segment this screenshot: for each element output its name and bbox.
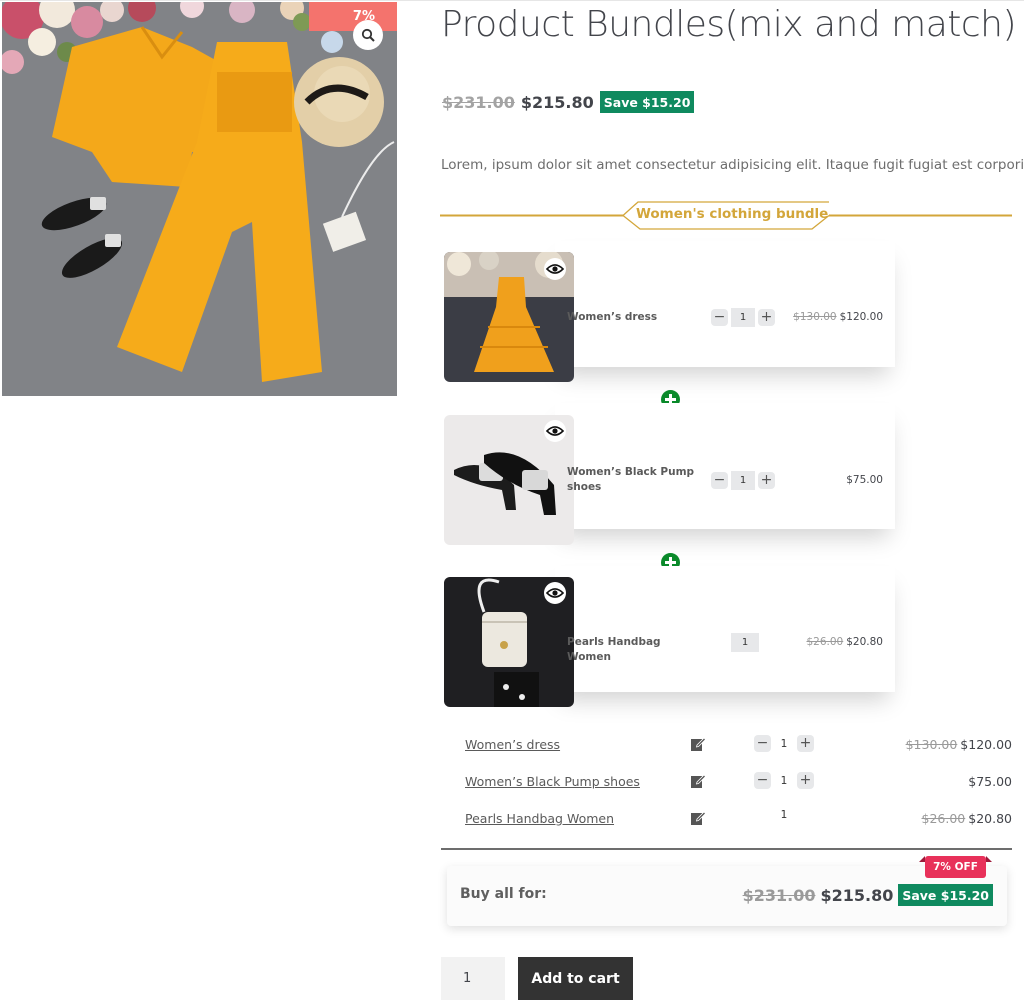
summary-row: Pearls Handbag Women 1 $26.00 $20.80	[465, 808, 1012, 828]
bundle-item-image[interactable]	[444, 252, 574, 382]
search-icon	[361, 28, 375, 42]
increase-button[interactable]: +	[797, 772, 814, 789]
price-original: $231.00	[742, 885, 816, 905]
price-original: $231.00	[442, 92, 515, 112]
summary-row: Women’s dress − 1 + $130.00 $120.00	[465, 734, 1012, 754]
increase-button[interactable]: +	[758, 309, 775, 326]
summary-quantity: 1	[779, 809, 789, 821]
buy-all-label: Buy all for:	[460, 886, 547, 902]
decrease-button[interactable]: −	[754, 735, 771, 752]
summary-row: Women’s Black Pump shoes − 1 + $75.00	[465, 771, 1012, 791]
decrease-button[interactable]: −	[711, 472, 728, 489]
divider	[441, 848, 1012, 850]
quantity-value[interactable]: 1	[731, 308, 755, 327]
summary-item-link[interactable]: Women’s Black Pump shoes	[465, 774, 640, 789]
quantity-value[interactable]: 1	[731, 471, 755, 490]
eye-icon	[546, 264, 564, 274]
bundle-item-name[interactable]: Pearls Handbag Women	[567, 635, 707, 665]
eye-icon	[546, 426, 564, 436]
summary-quantity-stepper[interactable]: − 1 +	[754, 735, 814, 752]
quantity-stepper[interactable]: − 1 +	[711, 471, 775, 490]
quick-view-button[interactable]	[544, 420, 566, 442]
top-border	[0, 0, 1024, 1]
save-badge: Save $15.20	[898, 884, 993, 906]
bundle-item-image[interactable]	[444, 577, 574, 707]
bundle-item-price: $130.00 $120.00	[793, 311, 883, 323]
price-original: $130.00	[905, 737, 958, 752]
sale-percent-badge: 7%	[309, 2, 397, 31]
quantity-value: 1	[731, 633, 759, 652]
price-original: $130.00	[793, 311, 837, 323]
edit-icon[interactable]	[690, 810, 706, 826]
bundle-item-price: $75.00	[846, 474, 883, 486]
summary-quantity-stepper[interactable]: − 1 +	[754, 772, 814, 789]
quick-view-button[interactable]	[544, 582, 566, 604]
add-to-cart-button[interactable]: Add to cart	[518, 957, 633, 1000]
price-sale: $20.80	[846, 636, 883, 648]
bundle-title: Women's clothing bundle	[636, 206, 829, 222]
bundle-item-image[interactable]	[444, 415, 574, 545]
bundle-item-name[interactable]: Women’s dress	[567, 310, 697, 325]
price-sale: $120.00	[839, 311, 883, 323]
discount-badge: 7% OFF	[933, 861, 978, 873]
quantity-value: 1	[780, 809, 788, 821]
product-main-image[interactable]: 7%	[2, 2, 397, 396]
quick-view-button[interactable]	[544, 258, 566, 280]
bundle-item-card	[555, 241, 895, 367]
product-price: $231.00 $215.80 Save $15.20	[442, 91, 695, 113]
price-sale: $120.00	[960, 737, 1012, 752]
product-description: Lorem, ipsum dolor sit amet consectetur …	[441, 157, 1024, 173]
buy-all-price: $231.00 $215.80 Save $15.20	[743, 884, 993, 906]
summary-item-price: $75.00	[968, 774, 1012, 789]
increase-button[interactable]: +	[797, 735, 814, 752]
bundle-item-name[interactable]: Women’s Black Pump shoes	[567, 465, 697, 495]
price-sale: $20.80	[968, 811, 1012, 826]
quantity-value: 1	[780, 774, 788, 787]
save-badge: Save $15.20	[599, 91, 695, 113]
decrease-button[interactable]: −	[711, 309, 728, 326]
quantity-input[interactable]: 1	[441, 957, 505, 1000]
price-sale: $215.80	[520, 92, 594, 112]
price-original: $26.00	[806, 636, 844, 648]
summary-item-link[interactable]: Women’s dress	[465, 737, 560, 752]
increase-button[interactable]: +	[758, 472, 775, 489]
summary-item-price: $130.00 $120.00	[906, 737, 1012, 752]
edit-icon[interactable]	[690, 773, 706, 789]
quantity-value: 1	[780, 737, 788, 750]
bundle-item-price: $26.00 $20.80	[807, 636, 884, 648]
decrease-button[interactable]: −	[754, 772, 771, 789]
edit-icon[interactable]	[690, 736, 706, 752]
price-original: $26.00	[921, 811, 966, 826]
product-title: Product Bundles(mix and match)	[441, 4, 1017, 45]
quantity-stepper[interactable]: − 1 +	[711, 308, 775, 327]
product-photo	[2, 2, 397, 396]
summary-item-price: $26.00 $20.80	[922, 811, 1013, 826]
bundle-item-card	[555, 566, 895, 692]
price-sale: $215.80	[820, 885, 894, 905]
zoom-button[interactable]	[353, 20, 383, 50]
price-sale: $75.00	[968, 774, 1012, 789]
eye-icon	[546, 588, 564, 598]
summary-item-link[interactable]: Pearls Handbag Women	[465, 811, 614, 826]
price-sale: $75.00	[846, 474, 883, 486]
